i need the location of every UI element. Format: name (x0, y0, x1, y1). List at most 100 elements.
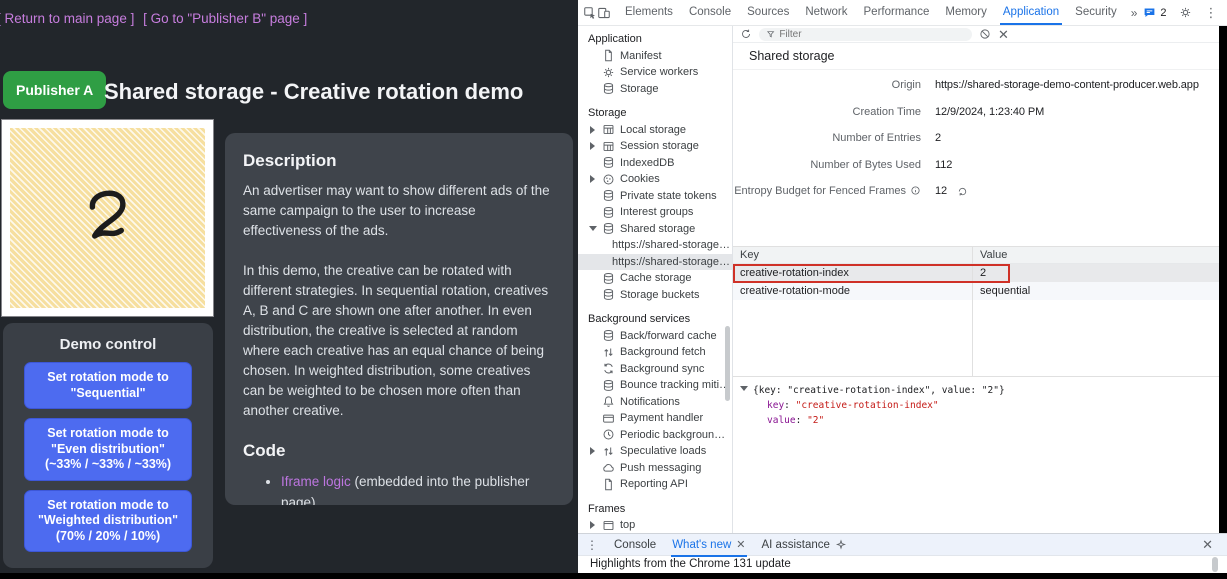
preview-summary-text: {key: "creative-rotation-index", value: … (753, 385, 1005, 396)
expand-arrow-icon[interactable] (590, 126, 595, 134)
button-line: "Sequential" (28, 386, 188, 402)
sidebar-item-manifest[interactable]: Manifest (578, 48, 732, 65)
expand-arrow-icon[interactable] (590, 142, 595, 150)
delete-selected-icon[interactable]: ✕ (998, 28, 1009, 41)
drawer-tab-whats-new[interactable]: What's new✕ (664, 534, 753, 556)
metadata-label: Creation Time (733, 106, 921, 119)
sidebar-item-storage[interactable]: Storage (578, 81, 732, 98)
metadata-value: https://shared-storage-demo-content-prod… (935, 79, 1199, 92)
tab-memory[interactable]: Memory (937, 0, 995, 25)
device-toolbar-icon[interactable] (597, 3, 611, 23)
ai-spark-icon (835, 539, 847, 551)
more-tabs-button[interactable]: » (1125, 6, 1144, 20)
sidebar-item-periodic-background-sync[interactable]: Periodic backgroun… (578, 427, 732, 444)
application-sidebar: Application Manifest Service workers Sto… (578, 26, 733, 533)
drawer-menu-icon[interactable]: ⋮ (586, 538, 598, 552)
tab-sources[interactable]: Sources (739, 0, 797, 25)
button-line: Set rotation mode to (28, 370, 188, 386)
tab-performance[interactable]: Performance (856, 0, 938, 25)
section-header: Background services (578, 311, 732, 328)
sidebar-item-local-storage[interactable]: Local storage (578, 122, 732, 139)
sidebar-item-speculative-loads[interactable]: Speculative loads (578, 443, 732, 460)
sidebar-item-cookies[interactable]: Cookies (578, 171, 732, 188)
set-sequential-button[interactable]: Set rotation mode to "Sequential" (24, 362, 192, 409)
table-row-creative-rotation-mode[interactable]: creative-rotation-mode sequential (733, 282, 1227, 300)
settings-gear-icon[interactable] (1176, 3, 1196, 23)
return-to-main-page-link[interactable]: [ Return to main page ] (0, 11, 134, 26)
go-to-publisher-b-link[interactable]: [ Go to "Publisher B" page ] (143, 11, 307, 26)
section-header: Frames (578, 501, 732, 518)
sidebar-item-top-frame[interactable]: top (578, 517, 732, 533)
tab-security[interactable]: Security (1067, 0, 1125, 25)
button-line: Set rotation mode to (28, 426, 188, 442)
sidebar-item-shared-storage[interactable]: Shared storage (578, 221, 732, 238)
drawer-tab-console[interactable]: Console (606, 534, 664, 556)
sidebar-item-background-fetch[interactable]: Background fetch (578, 344, 732, 361)
sidebar-item-shared-storage-origin-selected[interactable]: https://shared-storage… (578, 254, 732, 271)
close-drawer-icon[interactable]: ✕ (1202, 537, 1219, 553)
set-even-distribution-button[interactable]: Set rotation mode to "Even distribution"… (24, 418, 192, 481)
inspect-element-icon[interactable] (583, 3, 597, 23)
sidebar-item-background-sync[interactable]: Background sync (578, 361, 732, 378)
cloud-icon (602, 461, 615, 474)
button-line: Set rotation mode to (28, 498, 188, 514)
filter-input[interactable] (779, 29, 965, 40)
page-nav: [ Return to main page ] [ Go to "Publish… (0, 11, 312, 26)
sidebar-item-label: Session storage (620, 140, 699, 152)
tab-console[interactable]: Console (681, 0, 739, 25)
creative-ad-iframe[interactable] (2, 120, 213, 316)
sidebar-item-payment-handler[interactable]: Payment handler (578, 410, 732, 427)
column-divider[interactable] (972, 247, 973, 376)
publisher-badge: Publisher A (3, 71, 106, 109)
cell-key: creative-rotation-index (733, 264, 972, 282)
expand-triangle-icon[interactable] (740, 386, 748, 391)
issues-badge[interactable]: 2 (1143, 6, 1166, 19)
entry-preview-pane: {key: "creative-rotation-index", value: … (733, 377, 1227, 428)
sidebar-item-label: top (620, 519, 635, 531)
sidebar-item-label: Periodic backgroun… (620, 429, 725, 441)
sidebar-item-service-workers[interactable]: Service workers (578, 64, 732, 81)
up-down-arrows-icon (602, 346, 615, 359)
tabbar-right-cluster: 2 ⋮ ✕ (1143, 3, 1227, 23)
clear-all-icon[interactable] (979, 28, 991, 40)
sidebar-item-shared-storage-origin[interactable]: https://shared-storage… (578, 237, 732, 254)
sidebar-item-label: Storage (620, 83, 659, 95)
sidebar-item-cache-storage[interactable]: Cache storage (578, 270, 732, 287)
close-tab-icon[interactable]: ✕ (736, 534, 745, 556)
collapse-arrow-icon[interactable] (589, 226, 597, 231)
sidebar-item-bounce-tracking[interactable]: Bounce tracking miti… (578, 377, 732, 394)
reset-budget-icon[interactable] (957, 186, 968, 197)
sidebar-item-storage-buckets[interactable]: Storage buckets (578, 287, 732, 304)
sidebar-item-notifications[interactable]: Notifications (578, 394, 732, 411)
set-weighted-distribution-button[interactable]: Set rotation mode to "Weighted distribut… (24, 490, 192, 553)
expand-arrow-icon[interactable] (590, 175, 595, 183)
sidebar-item-private-state-tokens[interactable]: Private state tokens (578, 188, 732, 205)
sidebar-item-reporting-api[interactable]: Reporting API (578, 476, 732, 493)
sidebar-scrollbar-thumb[interactable] (725, 326, 730, 401)
drawer-scrollbar-thumb[interactable] (1212, 557, 1218, 572)
filter-box[interactable] (759, 28, 972, 41)
tab-elements[interactable]: Elements (617, 0, 681, 25)
tab-network[interactable]: Network (797, 0, 855, 25)
description-heading: Description (243, 151, 555, 171)
devtools-tabbar: Elements Console Sources Network Perform… (578, 0, 1227, 26)
sidebar-item-session-storage[interactable]: Session storage (578, 138, 732, 155)
drawer-tab-ai-assistance[interactable]: AI assistance (754, 534, 855, 556)
iframe-logic-link[interactable]: Iframe logic (281, 474, 351, 489)
sidebar-item-indexeddb[interactable]: IndexedDB (578, 155, 732, 172)
expand-arrow-icon[interactable] (590, 447, 595, 455)
devtools-menu-icon[interactable]: ⋮ (1205, 6, 1218, 19)
info-icon[interactable] (910, 185, 921, 196)
preview-property: value: "2" (740, 413, 1227, 428)
sidebar-item-back-forward-cache[interactable]: Back/forward cache (578, 328, 732, 345)
whats-new-headline[interactable]: Highlights from the Chrome 131 update (590, 558, 791, 570)
sidebar-item-interest-groups[interactable]: Interest groups (578, 204, 732, 221)
metadata-row-creation-time: Creation Time 12/9/2024, 1:23:40 PM (733, 106, 1227, 133)
table-row-creative-rotation-index[interactable]: creative-rotation-index 2 (733, 264, 1227, 282)
expand-arrow-icon[interactable] (590, 521, 595, 529)
refresh-icon[interactable] (740, 28, 752, 40)
sidebar-item-push-messaging[interactable]: Push messaging (578, 460, 732, 477)
metadata-value: 2 (935, 132, 941, 145)
property-name: key (767, 400, 784, 411)
tab-application[interactable]: Application (995, 0, 1067, 25)
